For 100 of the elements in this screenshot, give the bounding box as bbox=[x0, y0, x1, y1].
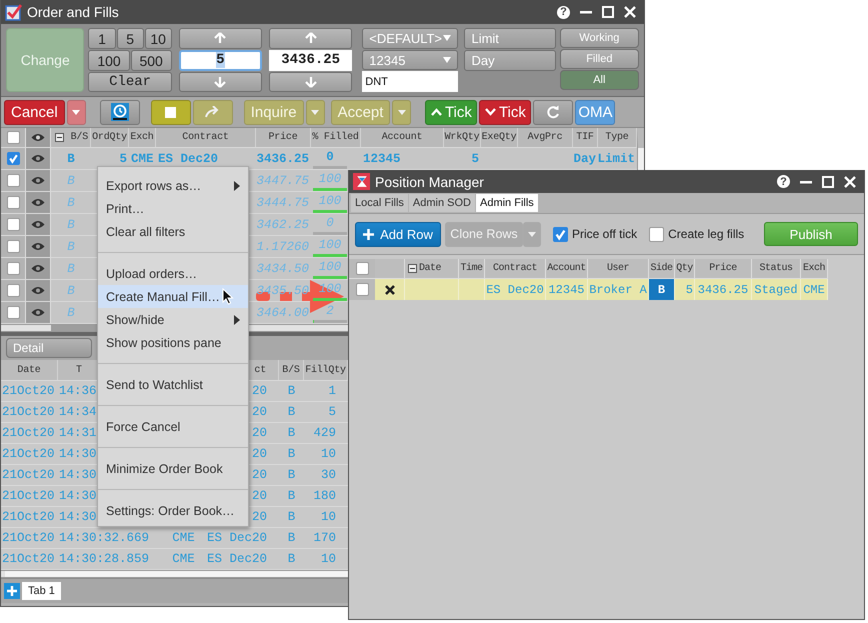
column-header[interactable]: Account bbox=[547, 263, 586, 274]
table-cell: B bbox=[67, 174, 75, 188]
row-checkbox[interactable] bbox=[6, 196, 20, 209]
column-header[interactable]: B/S bbox=[279, 360, 304, 380]
close-icon[interactable] bbox=[624, 6, 636, 18]
eye-icon[interactable] bbox=[31, 286, 45, 295]
column-header[interactable]: % Filled bbox=[312, 132, 359, 143]
row-checkbox[interactable] bbox=[6, 240, 20, 253]
column-header[interactable]: Contract bbox=[492, 263, 537, 274]
column-header[interactable]: Qty bbox=[676, 263, 693, 274]
cancel-button[interactable]: Cancel bbox=[4, 100, 65, 124]
cancel-menu-button[interactable] bbox=[66, 100, 86, 124]
window-title: Position Manager bbox=[375, 174, 484, 190]
column-header[interactable]: Time bbox=[460, 263, 482, 274]
column-header[interactable]: OrdQty bbox=[92, 132, 127, 143]
row-checkbox[interactable] bbox=[6, 218, 20, 231]
column-header[interactable]: Type bbox=[605, 132, 629, 143]
column-header[interactable]: User bbox=[606, 263, 629, 274]
tick-down-button[interactable]: Tick bbox=[479, 100, 532, 124]
quantity-preset-button[interactable]: 5 bbox=[116, 28, 144, 49]
option-checkbox[interactable] bbox=[649, 226, 664, 242]
row-checkbox[interactable] bbox=[6, 174, 20, 187]
quantity-preset-button[interactable]: 500 bbox=[130, 50, 172, 71]
menu-item[interactable]: Create Manual Fill… bbox=[98, 285, 248, 308]
tick-up-button[interactable]: Tick bbox=[425, 100, 478, 124]
add-row-button[interactable]: Add Row bbox=[355, 222, 441, 246]
table-cell: B bbox=[67, 196, 75, 210]
column-header[interactable]: AvgPrc bbox=[528, 132, 562, 143]
menu-item[interactable]: Send to Watchlist bbox=[98, 373, 248, 396]
menu-item[interactable]: Force Cancel bbox=[98, 415, 248, 438]
quantity-preset-button[interactable]: 1 bbox=[88, 28, 116, 49]
column-header[interactable]: ExeQty bbox=[482, 132, 516, 143]
text-field[interactable]: DNT bbox=[362, 71, 458, 92]
column-header[interactable]: WrkQty bbox=[444, 132, 480, 143]
row-checkbox[interactable] bbox=[6, 306, 20, 319]
decrease-button[interactable] bbox=[269, 72, 352, 92]
tab[interactable]: Local Fills bbox=[351, 194, 408, 212]
x-icon[interactable] bbox=[384, 284, 394, 294]
column-header[interactable]: Account bbox=[382, 132, 422, 143]
quantity-field[interactable]: 5 bbox=[178, 50, 262, 70]
select-all-checkbox[interactable] bbox=[356, 262, 368, 275]
add-tab-button[interactable] bbox=[4, 583, 20, 599]
filter-button[interactable]: All bbox=[560, 70, 639, 90]
column-header[interactable]: Date bbox=[419, 263, 442, 274]
table-cell: 20 bbox=[252, 468, 267, 482]
history-button[interactable] bbox=[100, 100, 140, 124]
column-header[interactable]: Price bbox=[268, 132, 298, 143]
price-field[interactable]: 3436.25 bbox=[269, 50, 352, 70]
menu-item[interactable]: Show positions pane bbox=[98, 331, 248, 354]
row-checkbox[interactable] bbox=[356, 283, 368, 296]
collapse-icon[interactable] bbox=[55, 133, 64, 142]
quantity-preset-button[interactable]: 100 bbox=[88, 50, 130, 71]
increase-button[interactable] bbox=[178, 28, 262, 48]
eye-icon[interactable] bbox=[31, 154, 45, 163]
column-header[interactable]: Contract bbox=[182, 132, 229, 143]
eye-icon[interactable] bbox=[31, 220, 45, 229]
column-header[interactable]: Exch bbox=[802, 263, 825, 274]
collapse-icon[interactable] bbox=[408, 264, 417, 273]
menu-item[interactable]: Clear all filters bbox=[98, 220, 248, 243]
column-header[interactable]: Status bbox=[759, 263, 792, 274]
decrease-button[interactable] bbox=[178, 72, 262, 92]
menu-item[interactable]: Minimize Order Book bbox=[98, 457, 248, 480]
select-all-checkbox[interactable] bbox=[6, 131, 20, 144]
accept-menu-button[interactable] bbox=[392, 100, 412, 124]
eye-icon[interactable] bbox=[31, 264, 45, 273]
column-header[interactable]: Exch bbox=[130, 132, 154, 143]
help-icon[interactable]: ? bbox=[777, 175, 790, 188]
menu-item[interactable]: Export rows as… bbox=[98, 174, 248, 197]
row-checkbox[interactable] bbox=[6, 152, 20, 165]
row-checkbox[interactable] bbox=[6, 284, 20, 297]
help-icon[interactable]: ? bbox=[557, 6, 570, 18]
menu-item[interactable]: Show/hide bbox=[98, 308, 248, 331]
quantity-preset-button[interactable]: 10 bbox=[144, 28, 172, 49]
increase-button[interactable] bbox=[269, 28, 352, 48]
row-checkbox[interactable] bbox=[6, 262, 20, 275]
menu-item[interactable]: Print… bbox=[98, 197, 248, 220]
column-header[interactable]: Side bbox=[650, 263, 672, 274]
column-header[interactable]: Price bbox=[709, 263, 737, 274]
scrollbar[interactable] bbox=[637, 128, 644, 170]
tab[interactable]: Admin Fills bbox=[476, 194, 538, 212]
column-header[interactable]: Date bbox=[1, 360, 58, 380]
menu-item[interactable]: Settings: Order Book… bbox=[98, 499, 248, 522]
eye-icon[interactable] bbox=[31, 308, 45, 317]
eye-icon[interactable] bbox=[31, 198, 45, 207]
eye-icon[interactable] bbox=[31, 242, 45, 251]
tab[interactable]: Admin SOD bbox=[408, 194, 475, 212]
menu-item[interactable]: Upload orders… bbox=[98, 262, 248, 285]
maximize-icon[interactable] bbox=[822, 176, 834, 188]
option-checkbox[interactable] bbox=[553, 226, 568, 242]
refresh-button[interactable] bbox=[533, 100, 574, 124]
column-header[interactable]: B/S bbox=[70, 132, 88, 143]
close-icon[interactable] bbox=[844, 176, 856, 188]
stop-button[interactable] bbox=[150, 100, 191, 124]
clear-button[interactable]: Clear bbox=[88, 72, 172, 92]
inquire-menu-button[interactable] bbox=[306, 100, 325, 124]
tab[interactable]: Tab 1 bbox=[22, 582, 61, 600]
column-header[interactable]: TIF bbox=[576, 132, 594, 143]
redo-button[interactable] bbox=[192, 100, 233, 124]
maximize-icon[interactable] bbox=[602, 6, 614, 18]
eye-icon[interactable] bbox=[31, 176, 45, 185]
